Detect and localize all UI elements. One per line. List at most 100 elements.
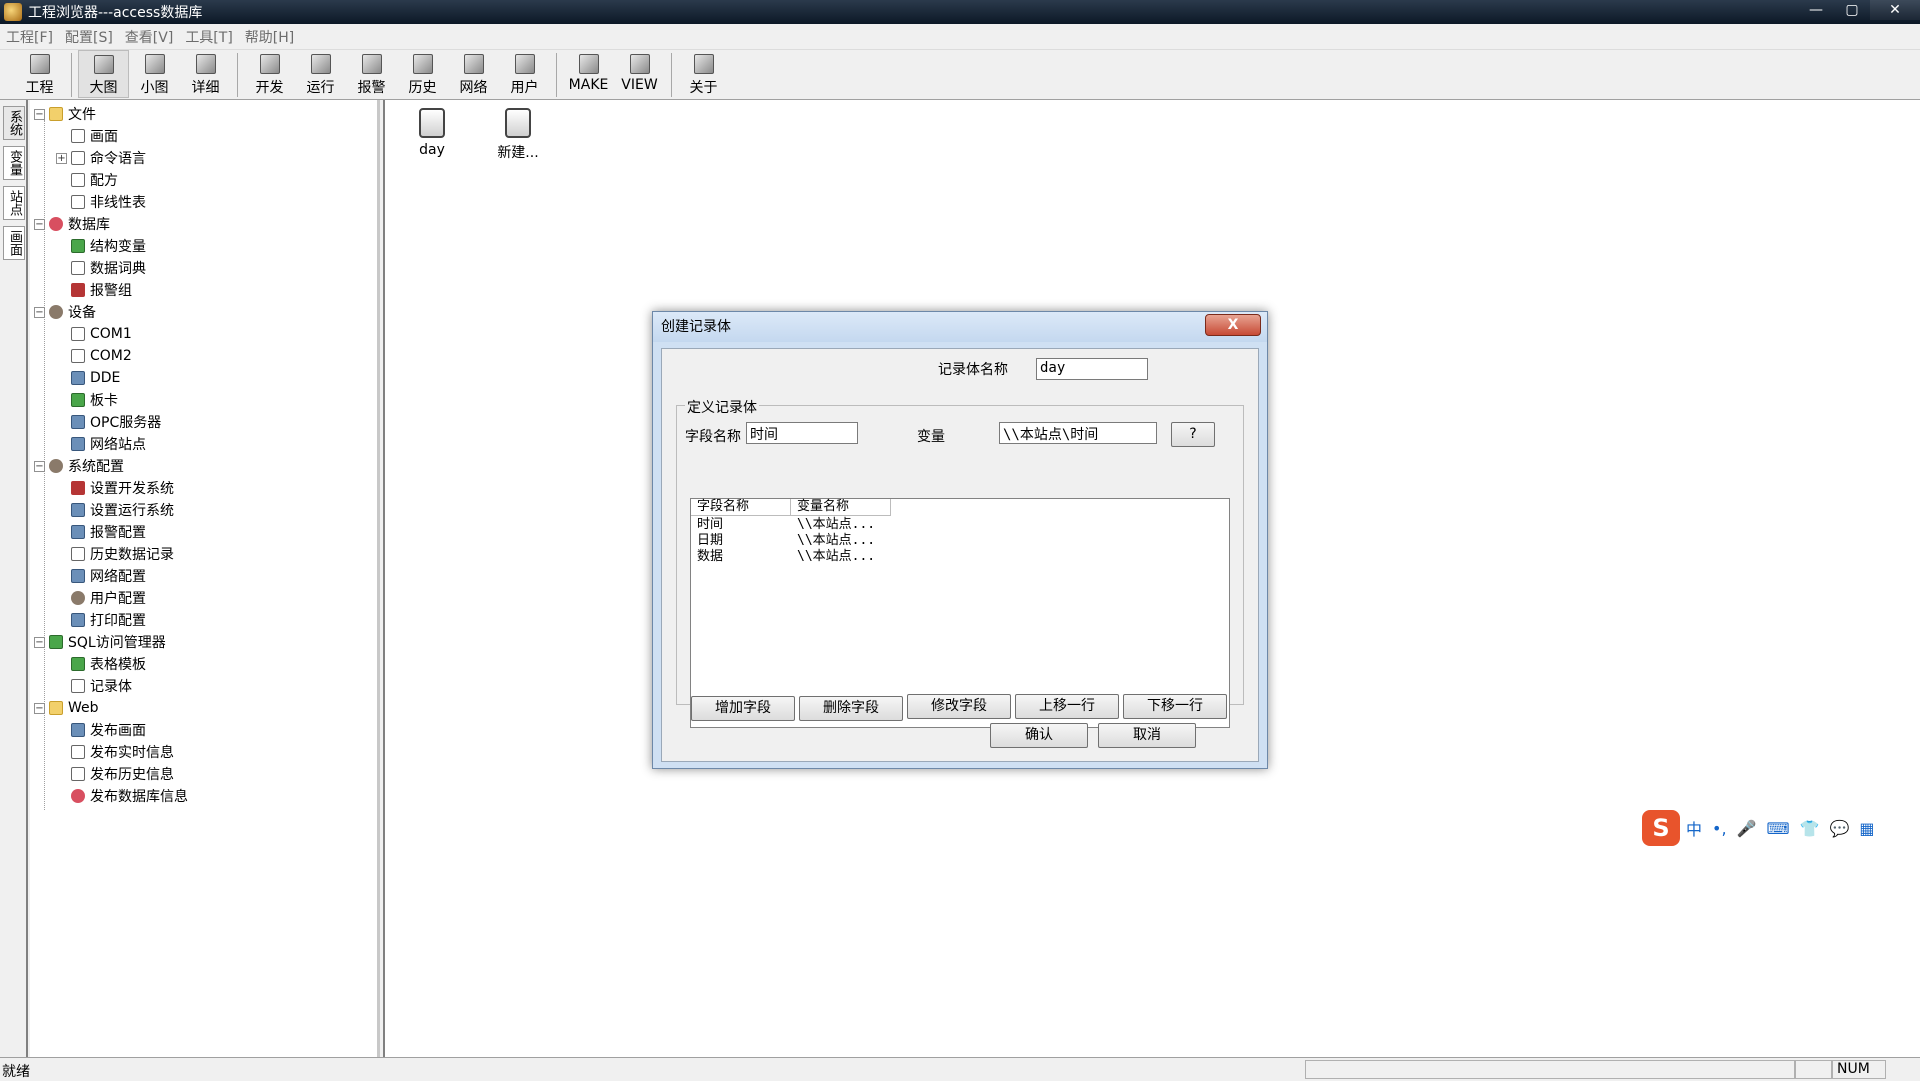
toolbar-alarm-button[interactable]: 报警 — [346, 50, 397, 98]
tree-item[interactable]: 画面 — [56, 126, 118, 146]
menu-help[interactable]: 帮助[H] — [245, 27, 294, 47]
toolbar-run-button[interactable]: 运行 — [295, 50, 346, 98]
toolbar-project-button[interactable]: 工程 — [14, 50, 65, 98]
tree-item-label: 设置运行系统 — [90, 503, 174, 519]
gear-icon — [71, 591, 85, 605]
project-tree: − 文件 画面 + 命令语言 配方 非线性表 − 数据库 结构变量 数据词典报警组 − 设备 COM1 CO… — [30, 100, 380, 1057]
tree-item[interactable]: 设置运行系统 — [56, 500, 174, 520]
tree-item[interactable]: COM1 — [56, 324, 132, 344]
tree-item[interactable]: 设置开发系统 — [56, 478, 174, 498]
tree-item[interactable]: 非线性表 — [56, 192, 146, 212]
toolbar-develop-button[interactable]: 开发 — [244, 50, 295, 98]
ime-skin-icon[interactable]: 👕 — [1800, 819, 1820, 838]
field-name-input[interactable]: 时间 — [746, 422, 858, 444]
side-tab-system[interactable]: 系统 — [3, 106, 25, 140]
delete-field-button[interactable]: 删除字段 — [799, 696, 903, 721]
tree-item[interactable]: − 设备 — [34, 302, 96, 322]
side-tabs: 系统 变量 站点 画面 — [0, 100, 28, 1057]
column-variable-name[interactable]: 变量名称 — [791, 499, 891, 516]
side-tab-variables[interactable]: 变量 — [3, 146, 25, 180]
toolbar-about-button[interactable]: 关于 — [678, 50, 729, 98]
record-item-day[interactable]: day — [397, 104, 467, 158]
tree-item[interactable]: − 数据库 — [34, 214, 110, 234]
tree-item[interactable]: 发布历史信息 — [56, 764, 174, 784]
tree-item[interactable]: COM2 — [56, 346, 132, 366]
menu-config[interactable]: 配置[S] — [65, 27, 113, 47]
pc-icon — [71, 723, 85, 737]
ime-voice-icon[interactable]: 🎤 — [1737, 819, 1757, 838]
tree-item[interactable]: 网络站点 — [56, 434, 146, 454]
toolbar-network-button[interactable]: 网络 — [448, 50, 499, 98]
toolbar-large-icons-button[interactable]: 大图 — [78, 50, 129, 98]
toolbar-small-icons-button[interactable]: 小图 — [129, 50, 180, 98]
table-row[interactable]: 时间 \\本站点... — [691, 517, 911, 533]
cancel-button[interactable]: 取消 — [1098, 723, 1196, 748]
ime-punctuation-icon[interactable]: •, — [1712, 819, 1727, 838]
tree-item[interactable]: 报警配置 — [56, 522, 146, 542]
tree-item[interactable]: − 文件 — [34, 104, 96, 124]
tree-item[interactable]: − 系统配置 — [34, 456, 124, 476]
confirm-button[interactable]: 确认 — [990, 723, 1088, 748]
tree-item[interactable]: − SQL访问管理器 — [34, 632, 166, 652]
maximize-button[interactable]: ▢ — [1834, 0, 1870, 20]
tree-item[interactable]: 报警组 — [56, 280, 132, 300]
ime-chat-icon[interactable]: 💬 — [1829, 819, 1849, 838]
menu-view[interactable]: 查看[V] — [125, 27, 174, 47]
toolbar-make-button[interactable]: MAKE — [563, 50, 614, 98]
tree-item[interactable]: 打印配置 — [56, 610, 146, 630]
develop-icon — [259, 54, 280, 74]
browse-variable-button[interactable]: ? — [1171, 422, 1215, 447]
tree-item[interactable]: 板卡 — [56, 390, 118, 410]
ime-keyboard-icon[interactable]: ⌨ — [1766, 819, 1789, 838]
tree-item[interactable]: DDE — [56, 368, 120, 388]
collapse-icon[interactable]: − — [34, 636, 45, 648]
close-button[interactable]: ✕ — [1870, 0, 1920, 20]
table-row[interactable]: 数据 \\本站点... — [691, 549, 911, 565]
tree-item[interactable]: 数据词典 — [56, 258, 146, 278]
tree-item[interactable]: 发布实时信息 — [56, 742, 174, 762]
collapse-icon[interactable]: − — [34, 108, 45, 120]
tree-item[interactable]: + 命令语言 — [56, 148, 146, 168]
tree-item[interactable]: 网络配置 — [56, 566, 146, 586]
ime-chinese-mode[interactable]: 中 — [1686, 816, 1702, 840]
tree-item[interactable]: 结构变量 — [56, 236, 146, 256]
tree-item-label: Web — [68, 700, 99, 716]
variable-input[interactable]: \\本站点\时间 — [999, 422, 1157, 444]
toolbar-view-button[interactable]: VIEW — [614, 50, 665, 98]
collapse-icon[interactable]: − — [34, 460, 45, 472]
new-record-icon — [505, 108, 531, 138]
tree-item[interactable]: 记录体 — [56, 676, 132, 696]
table-row[interactable]: 日期 \\本站点... — [691, 533, 911, 549]
expand-icon[interactable]: + — [56, 152, 67, 164]
minimize-button[interactable]: — — [1798, 0, 1834, 20]
tree-item[interactable]: 表格模板 — [56, 654, 146, 674]
move-down-button[interactable]: 下移一行 — [1123, 694, 1227, 719]
add-field-button[interactable]: 增加字段 — [691, 696, 795, 721]
toolbar-history-button[interactable]: 历史 — [397, 50, 448, 98]
side-tab-screens[interactable]: 画面 — [3, 226, 25, 260]
menu-file[interactable]: 工程[F] — [6, 27, 53, 47]
modify-field-button[interactable]: 修改字段 — [907, 694, 1011, 719]
tree-item[interactable]: 配方 — [56, 170, 118, 190]
tree-item[interactable]: OPC服务器 — [56, 412, 161, 432]
tree-item[interactable]: 历史数据记录 — [56, 544, 174, 564]
menu-tools[interactable]: 工具[T] — [185, 27, 232, 47]
tree-item[interactable]: − Web — [34, 698, 99, 718]
collapse-icon[interactable]: − — [34, 306, 45, 318]
tree-item-label: 报警组 — [90, 283, 132, 299]
tree-item[interactable]: 用户配置 — [56, 588, 146, 608]
side-tab-stations[interactable]: 站点 — [3, 186, 25, 220]
ime-menu-icon[interactable]: ▦ — [1859, 819, 1874, 838]
column-field-name[interactable]: 字段名称 — [691, 499, 791, 516]
record-item-new[interactable]: 新建... — [483, 104, 553, 162]
tree-item[interactable]: 发布画面 — [56, 720, 146, 740]
sogou-logo-icon[interactable]: S — [1642, 810, 1680, 846]
tree-item[interactable]: 发布数据库信息 — [56, 786, 188, 806]
toolbar-details-button[interactable]: 详细 — [180, 50, 231, 98]
toolbar-user-button[interactable]: 用户 — [499, 50, 550, 98]
dialog-close-button[interactable]: X — [1205, 314, 1261, 336]
record-name-input[interactable]: day — [1036, 358, 1148, 380]
move-up-button[interactable]: 上移一行 — [1015, 694, 1119, 719]
collapse-icon[interactable]: − — [34, 218, 45, 230]
collapse-icon[interactable]: − — [34, 702, 45, 714]
